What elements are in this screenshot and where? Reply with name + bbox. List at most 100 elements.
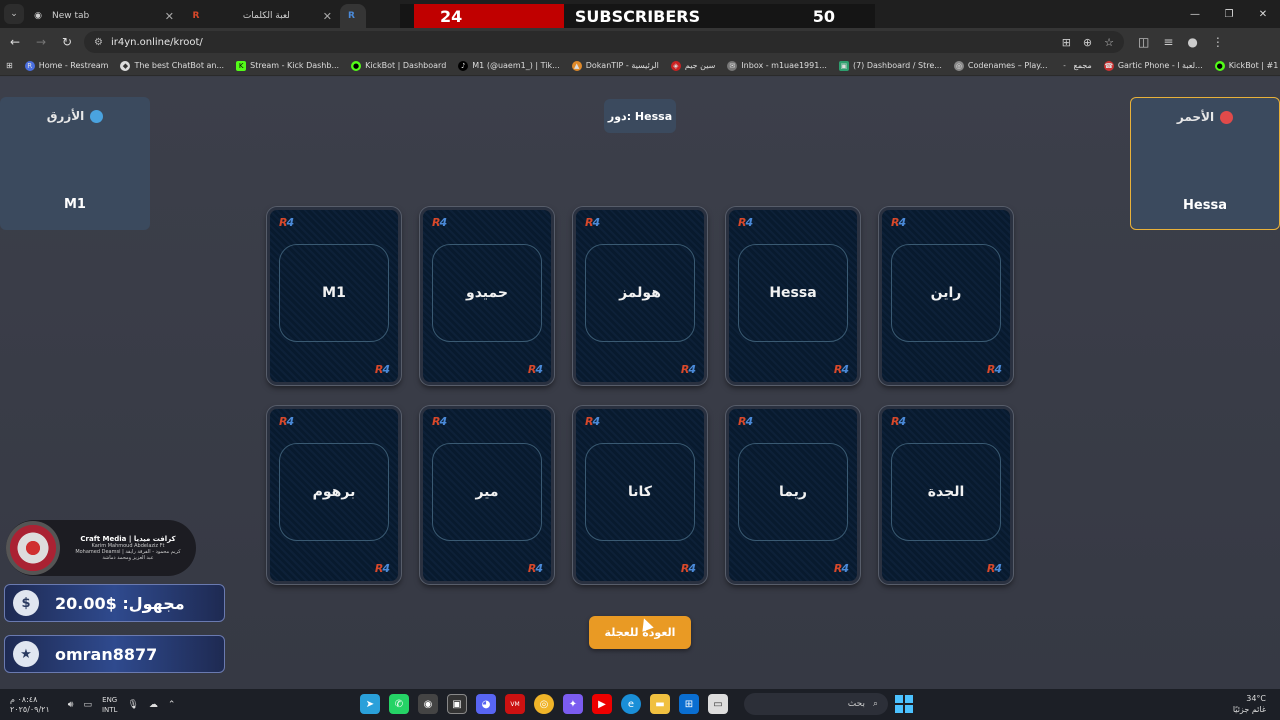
language-indicator[interactable]: ENG INTL <box>102 695 117 715</box>
search-placeholder: بحث <box>847 699 865 709</box>
clock-date: ٢٠٢٥/٠٩/٢١ <box>10 704 50 714</box>
banner-label: SUBSCRIBERS <box>574 6 701 26</box>
taskbar-search[interactable]: بحث ⌕ <box>744 693 888 715</box>
extensions-icon[interactable]: ◫ <box>1138 35 1149 49</box>
word-card[interactable]: R4 الجدة R4 <box>879 406 1013 584</box>
word-card[interactable]: R4 M1 R4 <box>267 207 401 385</box>
tab-search-icon[interactable]: ⌄ <box>4 4 24 24</box>
card-word: كانا <box>628 484 652 500</box>
bookmark-item[interactable]: ● KickBot | Dashboard <box>351 60 446 71</box>
kickbot-icon: ● <box>351 60 362 71</box>
close-icon[interactable]: ✕ <box>323 10 332 23</box>
tab-active[interactable]: R <box>340 4 366 28</box>
bookmark-star-icon[interactable]: ☆ <box>1104 36 1114 49</box>
menu-icon[interactable]: ⋮ <box>1212 35 1224 49</box>
network-icon[interactable]: ▭ <box>83 700 92 710</box>
bookmark-item[interactable]: ▲ DokanTIP - الرئيسية <box>571 60 659 71</box>
logo-icon: R4 <box>432 415 447 428</box>
logo-icon: R4 <box>738 216 753 229</box>
bookmark-item[interactable]: ☎ Gartic Phone - لعبة ا... <box>1103 60 1203 71</box>
tab-title: New tab <box>52 11 90 21</box>
telegram-icon[interactable]: ➤ <box>360 694 380 714</box>
edge-icon[interactable]: e <box>621 694 641 714</box>
bookmark-item[interactable]: ♪ M1 (@uaem1_) | Tik... <box>458 60 560 71</box>
store-icon[interactable]: ⊞ <box>679 694 699 714</box>
word-card[interactable]: R4 Hessa R4 <box>726 207 860 385</box>
close-icon[interactable]: ✕ <box>165 10 174 23</box>
obs-icon[interactable]: ◉ <box>418 694 438 714</box>
file-explorer-icon[interactable]: ▬ <box>650 694 670 714</box>
translate-icon[interactable]: ⊞ <box>1062 36 1071 49</box>
card-word: مير <box>475 484 499 500</box>
kick-icon: K <box>236 60 247 71</box>
banner-red-block <box>414 4 564 28</box>
bookmark-item[interactable]: ◆ The best ChatBot an... <box>120 60 224 71</box>
logo-icon: R4 <box>891 216 906 229</box>
microphone-icon[interactable]: 🎙︎ <box>127 700 138 710</box>
word-card[interactable]: R4 برهوم R4 <box>267 406 401 584</box>
bookmark-item[interactable]: ◎ Codenames – Play... <box>953 60 1047 71</box>
address-bar[interactable]: ⚙ ir4yn.online/kroot/ ⊞ ⊕ ☆ <box>84 31 1124 53</box>
logo-icon: R4 <box>986 363 1002 376</box>
maximize-icon[interactable]: ❐ <box>1212 0 1246 28</box>
whatsapp-icon[interactable]: ✆ <box>389 694 409 714</box>
chrome-icon[interactable]: ◎ <box>534 694 554 714</box>
profile-avatar-icon[interactable]: ● <box>1187 35 1197 49</box>
bookmark-item[interactable]: K Stream - Kick Dashb... <box>236 60 339 71</box>
card-word: Hessa <box>769 285 817 301</box>
reload-icon[interactable]: ↻ <box>56 31 78 53</box>
card-frame: هولمز <box>585 244 695 342</box>
chevron-up-icon[interactable]: ⌃ <box>168 700 176 710</box>
cloud-icon[interactable]: ☁ <box>149 700 158 710</box>
tab-new-tab[interactable]: ◉ New tab ✕ <box>24 4 182 28</box>
seenjeem-icon: ◈ <box>670 60 681 71</box>
card-frame: M1 <box>279 244 389 342</box>
windows-start-icon[interactable] <box>895 695 913 713</box>
copilot-icon[interactable]: ✦ <box>563 694 583 714</box>
logo-icon: R4 <box>986 562 1002 575</box>
app-window-icon[interactable]: ▭ <box>708 694 728 714</box>
bookmark-item[interactable]: ●KickBot | #1 Kick Vie... <box>1214 60 1280 71</box>
window-controls: — ❐ ✕ <box>1178 0 1280 28</box>
logo-icon: R4 <box>738 415 753 428</box>
forward-arrow-icon[interactable]: → <box>30 31 52 53</box>
url-text: ir4yn.online/kroot/ <box>110 36 203 48</box>
bookmark-item[interactable]: R Home - Restream <box>24 60 108 71</box>
bookmark-item[interactable]: ◈ سين جيم <box>670 60 715 71</box>
money-bag-icon: $ <box>13 590 39 616</box>
logo-icon: R4 <box>374 363 390 376</box>
logo-icon: R4 <box>527 363 543 376</box>
zoom-icon[interactable]: ⊕ <box>1083 36 1092 49</box>
follower-name: omran8877 <box>55 644 158 664</box>
volume-icon[interactable]: 🔊︎ <box>68 700 74 710</box>
clock[interactable]: ٠٨:٤٨ م ٢٠٢٥/٠٩/٢١ <box>10 695 50 715</box>
codenames-icon: ◎ <box>953 60 964 71</box>
word-card[interactable]: R4 هولمز R4 <box>573 207 707 385</box>
system-tray: 🔊︎ ▭ ENG INTL 🎙︎ ☁ ⌃ <box>68 695 176 715</box>
logo-icon: R4 <box>680 562 696 575</box>
browser-tab-strip: ⌄ ◉ New tab ✕ R لعبة الكلمات ✕ R 24 SUBS… <box>0 0 1280 28</box>
camera-icon[interactable]: ▣ <box>447 694 467 714</box>
voicemeeter-icon[interactable]: VM <box>505 694 525 714</box>
apps-grid-icon[interactable]: ⊞ <box>6 61 13 70</box>
word-card[interactable]: R4 حميدو R4 <box>420 207 554 385</box>
logo-icon: R4 <box>527 562 543 575</box>
word-card[interactable]: R4 مير R4 <box>420 406 554 584</box>
back-arrow-icon[interactable]: ← <box>4 31 26 53</box>
bookmark-item[interactable]: - مجمع <box>1059 61 1092 71</box>
logo-icon: R4 <box>833 562 849 575</box>
discord-icon[interactable]: ◕ <box>476 694 496 714</box>
media-icon[interactable]: ≡ <box>1163 35 1173 49</box>
close-window-icon[interactable]: ✕ <box>1246 0 1280 28</box>
youtube-icon[interactable]: ▶ <box>592 694 612 714</box>
bookmark-item[interactable]: ✉ Inbox - m1uae1991... <box>727 60 827 71</box>
word-card[interactable]: R4 كانا R4 <box>573 406 707 584</box>
weather-widget[interactable]: 34°C غائم جزئيًا <box>1233 693 1266 715</box>
site-info-icon[interactable]: ⚙ <box>94 37 103 48</box>
tab-word-game[interactable]: R لعبة الكلمات ✕ <box>182 4 340 28</box>
word-card[interactable]: R4 راين R4 <box>879 207 1013 385</box>
bookmark-item[interactable]: ▣ (7) Dashboard / Stre... <box>838 60 942 71</box>
word-card[interactable]: R4 ريما R4 <box>726 406 860 584</box>
minimize-icon[interactable]: — <box>1178 0 1212 28</box>
red-team-header: الأحمر <box>1131 110 1279 124</box>
